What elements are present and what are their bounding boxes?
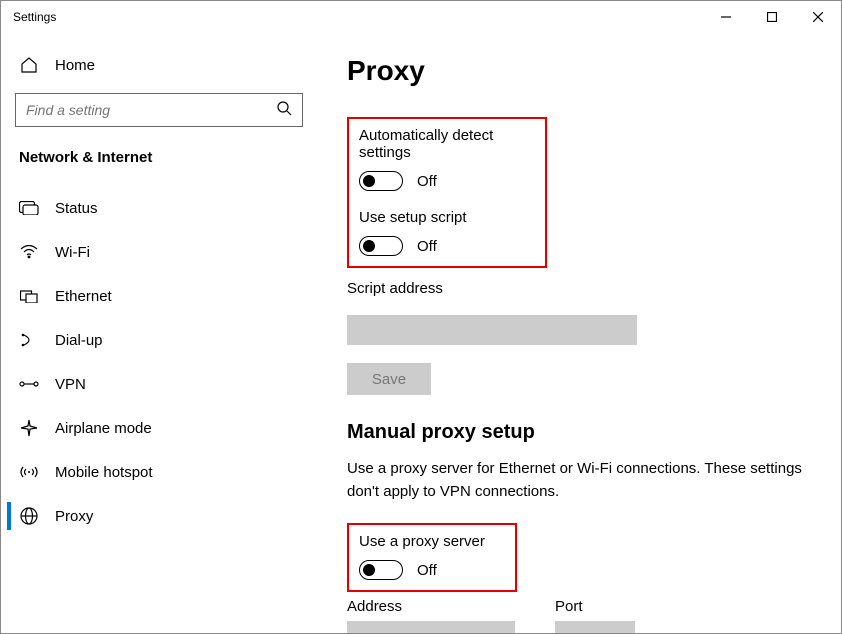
- save-label: Save: [372, 371, 406, 388]
- use-proxy-label: Use a proxy server: [359, 533, 505, 550]
- titlebar: Settings: [1, 1, 841, 33]
- main-panel: Proxy Automatically detect settings Off …: [321, 33, 841, 633]
- sidebar-item-label: Mobile hotspot: [55, 464, 153, 481]
- vpn-icon: [19, 374, 39, 394]
- script-address-block: Script address: [347, 280, 815, 345]
- address-label: Address: [347, 598, 515, 615]
- sidebar-item-vpn[interactable]: VPN: [7, 362, 311, 406]
- port-column: Port: [555, 598, 635, 633]
- settings-window: Settings Home Network & Internet Status: [0, 0, 842, 634]
- port-label: Port: [555, 598, 635, 615]
- airplane-icon: [19, 418, 39, 438]
- proxy-icon: [19, 506, 39, 526]
- dialup-icon: [19, 330, 39, 350]
- save-button[interactable]: Save: [347, 363, 431, 395]
- sidebar-item-status[interactable]: Status: [7, 186, 311, 230]
- highlight-auto: Automatically detect settings Off Use se…: [347, 117, 547, 268]
- wifi-icon: [19, 242, 39, 262]
- hotspot-icon: [19, 462, 39, 482]
- sidebar-item-label: VPN: [55, 376, 86, 393]
- sidebar-item-ethernet[interactable]: Ethernet: [7, 274, 311, 318]
- close-button[interactable]: [795, 1, 841, 33]
- status-icon: [19, 198, 39, 218]
- address-input[interactable]: [347, 621, 515, 633]
- sidebar-item-label: Ethernet: [55, 288, 112, 305]
- ethernet-icon: [19, 286, 39, 306]
- maximize-button[interactable]: [749, 1, 795, 33]
- sidebar-item-label: Wi-Fi: [55, 244, 90, 261]
- minimize-button[interactable]: [703, 1, 749, 33]
- sidebar: Home Network & Internet Status Wi-Fi Eth…: [1, 33, 321, 633]
- window-title: Settings: [13, 10, 56, 24]
- script-address-label: Script address: [347, 280, 815, 297]
- page-title: Proxy: [347, 55, 815, 87]
- auto-detect-value: Off: [417, 173, 437, 190]
- address-port-row: Address Port: [347, 598, 815, 633]
- setup-script-value: Off: [417, 238, 437, 255]
- sidebar-item-airplane[interactable]: Airplane mode: [7, 406, 311, 450]
- sidebar-item-label: Airplane mode: [55, 420, 152, 437]
- section-title: Network & Internet: [7, 149, 311, 166]
- use-proxy-value: Off: [417, 562, 437, 579]
- setting-setup-script: Use setup script Off: [359, 209, 535, 256]
- address-column: Address: [347, 598, 515, 633]
- home-link[interactable]: Home: [7, 47, 311, 83]
- setup-script-label: Use setup script: [359, 209, 535, 226]
- sidebar-item-wifi[interactable]: Wi-Fi: [7, 230, 311, 274]
- script-address-input[interactable]: [347, 315, 637, 345]
- port-input[interactable]: [555, 621, 635, 633]
- use-proxy-toggle[interactable]: [359, 560, 403, 580]
- window-controls: [703, 1, 841, 33]
- home-icon: [19, 55, 39, 75]
- sidebar-item-hotspot[interactable]: Mobile hotspot: [7, 450, 311, 494]
- search-input[interactable]: [26, 102, 265, 118]
- setup-script-toggle[interactable]: [359, 236, 403, 256]
- auto-detect-label: Automatically detect settings: [359, 127, 535, 161]
- manual-heading: Manual proxy setup: [347, 421, 815, 444]
- search-box[interactable]: [15, 93, 303, 127]
- search-icon: [276, 100, 292, 121]
- auto-detect-toggle[interactable]: [359, 171, 403, 191]
- sidebar-item-label: Dial-up: [55, 332, 103, 349]
- highlight-proxy: Use a proxy server Off: [347, 523, 517, 592]
- manual-description: Use a proxy server for Ethernet or Wi-Fi…: [347, 458, 815, 503]
- sidebar-item-label: Status: [55, 200, 98, 217]
- setting-auto-detect: Automatically detect settings Off: [359, 127, 535, 191]
- sidebar-item-proxy[interactable]: Proxy: [7, 494, 311, 538]
- sidebar-item-label: Proxy: [55, 508, 93, 525]
- home-label: Home: [55, 57, 95, 74]
- sidebar-item-dialup[interactable]: Dial-up: [7, 318, 311, 362]
